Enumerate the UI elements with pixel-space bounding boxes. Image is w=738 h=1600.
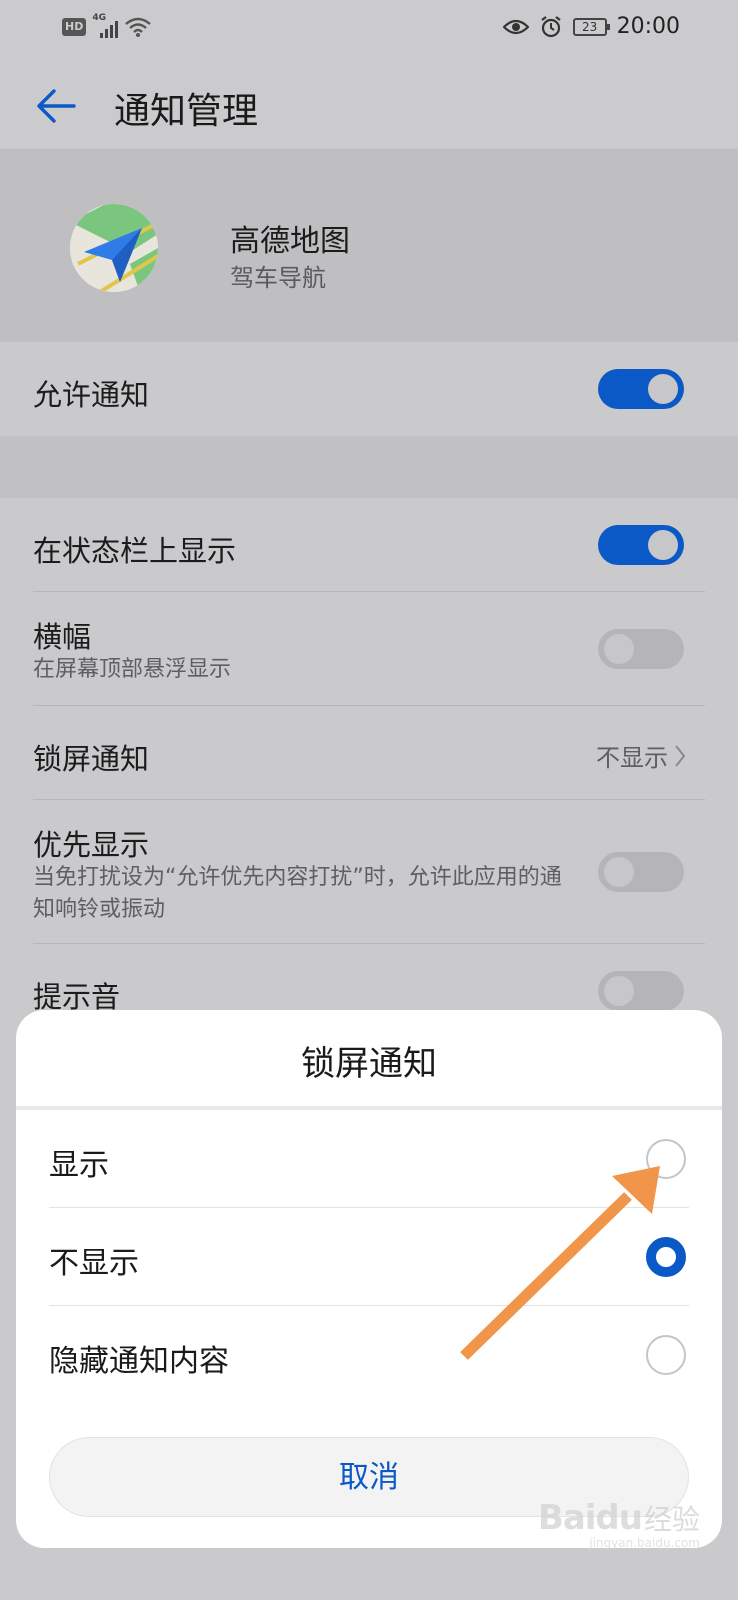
- page-title: 通知管理: [114, 91, 259, 132]
- dialog-title: 锁屏通知: [301, 1044, 437, 1084]
- banner-label: 横幅: [33, 620, 92, 654]
- status-bar-display-row[interactable]: 在状态栏上显示: [0, 498, 738, 592]
- lock-screen-value-text: 不显示: [596, 744, 668, 772]
- watermark-url: jingyan.baidu.com: [589, 1536, 700, 1550]
- option-hide[interactable]: 不显示: [16, 1208, 722, 1306]
- banner-row[interactable]: 横幅 在屏幕顶部悬浮显示: [0, 592, 738, 706]
- priority-row[interactable]: 优先显示 当免打扰设为“允许优先内容打扰”时，允许此应用的通知响铃或振动: [0, 800, 738, 944]
- app-name: 高德地图: [230, 224, 350, 259]
- banner-toggle[interactable]: [598, 629, 684, 669]
- priority-toggle[interactable]: [598, 852, 684, 892]
- battery-icon: 23: [572, 17, 610, 36]
- lock-screen-value: 不显示: [596, 738, 686, 773]
- lock-screen-label: 锁屏通知: [33, 742, 150, 776]
- baidu-watermark: Baidu 经验 jingyan.baidu.com: [537, 1498, 700, 1550]
- section-gap: [0, 436, 738, 498]
- lock-screen-row[interactable]: 锁屏通知 不显示: [0, 706, 738, 800]
- back-button[interactable]: [28, 78, 84, 134]
- allow-notifications-toggle[interactable]: [598, 369, 684, 409]
- radio-hide-content[interactable]: [646, 1335, 686, 1375]
- network-type: 4G: [92, 13, 106, 23]
- radio-show[interactable]: [646, 1139, 686, 1179]
- watermark-brand: Baidu: [537, 1498, 643, 1538]
- allow-notifications-row[interactable]: 允许通知: [0, 342, 738, 436]
- app-subtitle: 驾车导航: [230, 264, 326, 292]
- alarm-icon: [540, 15, 561, 37]
- eye-comfort-icon: [502, 19, 529, 34]
- radio-hide[interactable]: [646, 1237, 686, 1277]
- priority-description: 当免打扰设为“允许优先内容打扰”时，允许此应用的通知响铃或振动: [33, 865, 562, 922]
- watermark-suffix: 经验: [643, 1503, 700, 1536]
- chevron-right-icon: [675, 744, 686, 767]
- status-bar-display-toggle[interactable]: [598, 525, 684, 565]
- status-bar-display-label: 在状态栏上显示: [33, 534, 237, 568]
- app-bar: 通知管理: [0, 58, 738, 150]
- priority-label: 优先显示: [33, 828, 150, 862]
- status-right: 23 20:00: [502, 14, 680, 39]
- option-hide-content[interactable]: 隐藏通知内容: [16, 1306, 722, 1404]
- option-label: 显示: [49, 1148, 109, 1183]
- sound-toggle[interactable]: [598, 971, 684, 1011]
- allow-notifications-label: 允许通知: [33, 378, 150, 412]
- clock: 20:00: [616, 14, 680, 39]
- wifi-icon: [125, 17, 152, 37]
- app-header: 高德地图 驾车导航: [0, 150, 738, 342]
- option-show[interactable]: 显示: [16, 1110, 722, 1208]
- option-label: 隐藏通知内容: [49, 1344, 229, 1379]
- status-left: HD 4G: [62, 13, 152, 38]
- amap-app-icon: [70, 204, 158, 292]
- back-arrow-icon: [37, 89, 76, 123]
- lock-screen-dialog: 锁屏通知 显示 不显示 隐藏通知内容 取消: [16, 1010, 722, 1548]
- signal-icon: 4G: [92, 13, 119, 38]
- option-label: 不显示: [49, 1246, 139, 1281]
- banner-description: 在屏幕顶部悬浮显示: [33, 657, 232, 682]
- hd-icon: HD: [62, 18, 87, 36]
- status-bar: HD 4G 23 20:00: [0, 0, 738, 58]
